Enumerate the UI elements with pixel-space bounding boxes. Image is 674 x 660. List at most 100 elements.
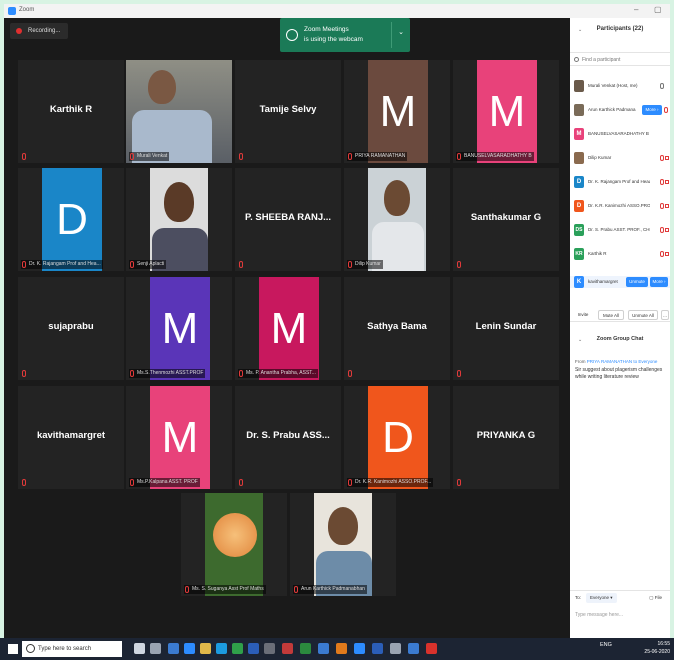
mic-muted-icon[interactable] [660,227,664,233]
mic-muted-icon [130,370,134,377]
taskbar-clock[interactable]: 16:55 25-06-2020 [644,640,670,656]
mic-muted-icon[interactable] [660,203,664,209]
more-button[interactable]: More › [642,105,662,115]
app-icon[interactable] [318,643,329,654]
chevron-down-icon[interactable]: ⌄ [398,28,404,36]
participant-name: Santhakumar G [470,212,542,223]
app-icon[interactable] [264,643,275,654]
avatar: D [574,200,584,212]
participant-row[interactable]: D Dr. K.R. Kanimozhi ASSO.PROF ... [570,200,670,212]
recording-label: Recording... [28,28,61,34]
participant-row-name: BANUSELVASARADHATHY B [588,131,649,136]
webcam-icon [286,29,298,41]
notification-line-2: is using the webcam [304,36,363,43]
video-tile[interactable]: Karthik R [18,60,124,163]
task-view-icon[interactable] [150,643,161,654]
video-off-icon[interactable] [665,180,669,184]
participants-title: Participants (22) [596,26,644,32]
video-tile[interactable]: Sathya Bama [344,277,450,380]
pdf-icon[interactable] [426,643,437,654]
maximize-button[interactable]: ▢ [654,5,662,14]
mic-muted-icon[interactable] [660,251,664,257]
video-tile[interactable]: P. SHEEBA RANJ... [235,168,341,271]
video-tile[interactable]: sujaprabu [18,277,124,380]
chat-message: Sir suggest about plagerism challenges w… [575,367,663,380]
video-tile[interactable]: Santhakumar G [453,168,559,271]
unmute-all-button[interactable]: Unmute All [628,310,658,320]
participant-row[interactable]: K kavithamargret Unmute More › [570,276,670,288]
mic-icon[interactable] [134,643,145,654]
video-tile[interactable]: PRIYANKA G [453,386,559,489]
minimize-button[interactable]: – [634,5,638,14]
webcam-notification[interactable]: Zoom Meetings is using the webcam ⌄ [280,18,410,52]
avatar [574,152,584,164]
taskbar-language[interactable]: ENG [600,642,612,648]
video-off-icon[interactable] [665,156,669,160]
store-icon[interactable] [168,643,179,654]
app-icon[interactable] [300,643,311,654]
participant-search-input[interactable]: Find a participant [570,52,670,66]
participant-photo [314,493,372,596]
video-tile[interactable]: kavithamargret [18,386,124,489]
chrome-icon[interactable] [232,643,243,654]
word-icon[interactable] [248,643,259,654]
file-button[interactable]: ▢ File [649,595,662,601]
mic-muted-icon[interactable] [664,107,668,113]
edge-icon[interactable] [216,643,227,654]
video-tile[interactable]: M Ms.S.Thenmozhi ASST.PROF [126,277,232,380]
invite-button[interactable]: Invite [573,310,593,320]
zoom-meeting-icon[interactable] [354,643,365,654]
more-options-button[interactable]: ... [661,310,669,320]
video-gallery: Recording... Zoom Meetings is using the … [4,18,570,638]
taskbar-search-placeholder: Type here to search [38,646,92,652]
taskbar-search-input[interactable]: Type here to search [22,641,122,657]
windows-start-icon[interactable] [8,644,18,654]
recording-indicator[interactable]: Recording... [10,23,69,39]
video-tile[interactable]: Tamije Selvy [235,60,341,163]
video-tile[interactable]: Murali Venkat [126,60,232,163]
app-icon[interactable] [282,643,293,654]
clock-date: 25-06-2020 [644,649,670,655]
chat-message-input[interactable]: Type message here... [575,612,623,618]
participant-name: P. SHEEBA RANJ... [244,212,332,223]
mic-muted-icon [130,153,134,160]
file-explorer-icon[interactable] [200,643,211,654]
video-off-icon[interactable] [665,228,669,232]
firefox-icon[interactable] [336,643,347,654]
participant-row[interactable]: Arun Karthick Padmana... More › [570,104,670,116]
video-tile[interactable]: M BANUSELVASARADHATHY B [453,60,559,163]
zoom-taskbar-icon[interactable] [184,643,195,654]
video-tile[interactable]: M Ms. P. Anantha Prabha, ASST... [235,277,341,380]
participant-row[interactable]: M BANUSELVASARADHATHY B [570,128,670,140]
recipient-select[interactable]: Everyone ▾ [586,593,617,603]
participant-row[interactable]: DS Dr. S. Prabu ASST. PROF., CHEM... [570,224,670,236]
mic-icon[interactable] [660,83,664,89]
video-tile[interactable]: Dilip Kumar [344,168,450,271]
video-tile[interactable]: M Ms.P.Kalpana ASST. PROF [126,386,232,489]
app-icon[interactable] [372,643,383,654]
participant-row[interactable]: D Dr. K. Rajangam Prof and Head... [570,176,670,188]
mic-muted-icon[interactable] [660,179,664,185]
unmute-button[interactable]: Unmute [626,277,648,287]
video-tile[interactable]: Arun Karthick Padmanabhan [290,493,396,596]
mic-muted-icon [185,586,189,593]
video-tile[interactable]: D Dr. K.R. Kanimozhi ASSO.PROF... [344,386,450,489]
mic-muted-icon[interactable] [660,155,664,161]
participant-label: Ms.P.Kalpana ASST. PROF [129,478,200,487]
video-tile[interactable]: Senji Aplacti [126,168,232,271]
app-icon[interactable] [390,643,401,654]
video-tile[interactable]: Lenin Sundar [453,277,559,380]
participant-row[interactable]: Murali Venkat (Host, me) [570,80,670,92]
participant-row[interactable]: Dilip Kumar [570,152,670,164]
mute-all-button[interactable]: Mute All [598,310,624,320]
chat-sender-name[interactable]: PRIYA RAMANATHAN [587,359,632,364]
more-button[interactable]: More › [650,277,668,287]
video-tile[interactable]: Ms. S. Suganya Asst Prof Maths [181,493,287,596]
participant-row[interactable]: KR Karthik R [570,248,670,260]
video-tile[interactable]: D Dr. K. Rajangam Prof and Hea... [18,168,124,271]
app-icon[interactable] [408,643,419,654]
video-tile[interactable]: M PRIYA RAMANATHAN [344,60,450,163]
video-off-icon[interactable] [665,252,669,256]
video-off-icon[interactable] [665,204,669,208]
video-tile[interactable]: Dr. S. Prabu ASS... [235,386,341,489]
